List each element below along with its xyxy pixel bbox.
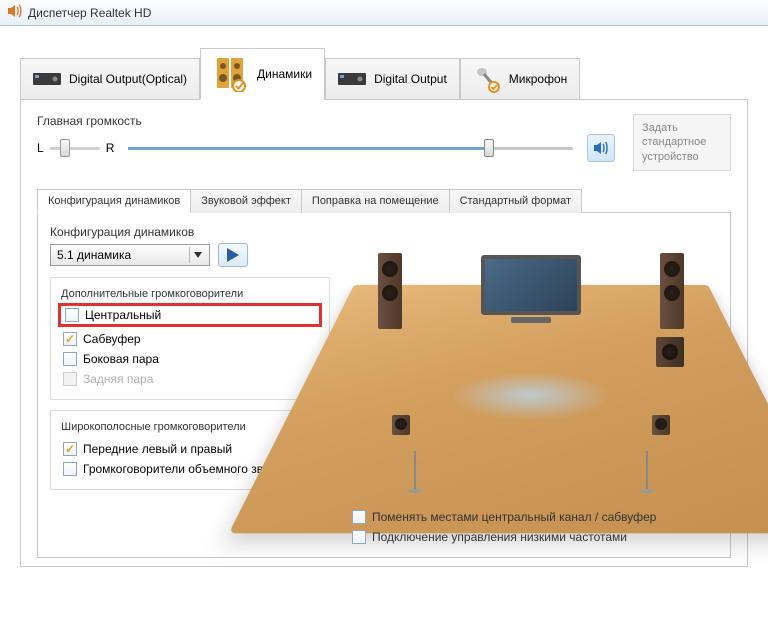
checkbox-icon <box>63 462 77 476</box>
rear-right-stand-icon <box>646 451 648 491</box>
balance-left-label: L <box>37 141 44 155</box>
chevron-down-icon <box>189 247 205 263</box>
tab-label: Digital Output <box>374 72 447 86</box>
speaker-config-value: 5.1 динамика <box>57 248 131 262</box>
checkbox-center[interactable]: Центральный <box>58 303 322 327</box>
fullrange-speakers-title: Широкополосные громкоговорители <box>57 421 250 433</box>
mute-button[interactable] <box>587 134 615 162</box>
checkbox-icon <box>63 332 77 346</box>
checkbox-icon <box>352 510 366 524</box>
side-left-speaker-icon <box>392 415 410 435</box>
subtab-panel-config: Конфигурация динамиков 5.1 динамика Допо… <box>37 213 731 558</box>
checkbox-icon <box>63 352 77 366</box>
checkbox-subwoofer[interactable]: Сабвуфер <box>61 329 319 349</box>
checkbox-label: Поменять местами центральный канал / саб… <box>372 510 656 524</box>
balance-right-label: R <box>106 141 115 155</box>
checkbox-icon <box>63 372 77 386</box>
speaker-config-select[interactable]: 5.1 динамика <box>50 244 210 266</box>
tab-label: Digital Output(Optical) <box>69 72 187 86</box>
speaker-app-icon <box>6 3 22 22</box>
checkbox-rear-pair: Задняя пара <box>61 369 319 389</box>
subtab-sound-effect[interactable]: Звуковой эффект <box>190 189 302 213</box>
master-volume-slider[interactable] <box>128 147 573 150</box>
speaker-config-label: Конфигурация динамиков <box>50 225 330 239</box>
subtab-speaker-config[interactable]: Конфигурация динамиков <box>37 189 191 213</box>
master-volume-title: Главная громкость <box>37 114 615 128</box>
subwoofer-icon <box>656 337 684 367</box>
window-title: Диспетчер Realtek HD <box>28 6 151 20</box>
test-play-button[interactable] <box>218 243 248 267</box>
tab-microphone[interactable]: Микрофон <box>460 58 580 100</box>
front-right-speaker-icon <box>660 253 684 329</box>
checkbox-bass-management[interactable]: Подключение управления низкими частотами <box>350 527 718 547</box>
side-right-speaker-icon <box>652 415 670 435</box>
speakers-icon <box>213 56 249 92</box>
optional-speakers-group: Дополнительные громкоговорители Централь… <box>50 277 330 400</box>
rear-left-stand-icon <box>414 451 416 491</box>
balance-slider[interactable]: L R <box>37 141 114 155</box>
master-volume-section: Главная громкость L R Задать стандартное <box>37 114 731 171</box>
monitor-icon <box>481 255 581 327</box>
checkbox-icon <box>352 530 366 544</box>
optional-speakers-title: Дополнительные громкоговорители <box>57 288 247 300</box>
sub-tabs: Конфигурация динамиков Звуковой эффект П… <box>37 189 731 213</box>
speaker-layout-visual[interactable]: Поменять местами центральный канал / саб… <box>344 225 718 545</box>
checkbox-side-pair[interactable]: Боковая пара <box>61 349 319 369</box>
tab-label: Микрофон <box>509 72 567 86</box>
window-body: Digital Output(Optical) Динамики Digital… <box>0 26 768 577</box>
amplifier-icon <box>338 65 366 93</box>
checkbox-icon <box>65 308 79 322</box>
set-default-device-button[interactable]: Задать стандартное устройство <box>633 114 731 171</box>
checkbox-label: Боковая пара <box>83 352 159 366</box>
tab-digital-output[interactable]: Digital Output <box>325 58 460 100</box>
main-tabs: Digital Output(Optical) Динамики Digital… <box>20 48 748 100</box>
subtab-default-format[interactable]: Стандартный формат <box>449 189 582 213</box>
front-left-speaker-icon <box>378 253 402 329</box>
checkbox-label: Подключение управления низкими частотами <box>372 530 627 544</box>
checkbox-swap-center-sub[interactable]: Поменять местами центральный канал / саб… <box>350 507 718 527</box>
amplifier-icon <box>33 65 61 93</box>
checkbox-label: Задняя пара <box>83 372 153 386</box>
tab-panel-speakers: Главная громкость L R Задать стандартное <box>20 99 748 567</box>
tab-digital-output-optical[interactable]: Digital Output(Optical) <box>20 58 200 100</box>
checkbox-label: Передние левый и правый <box>83 442 232 456</box>
subtab-room-correction[interactable]: Поправка на помещение <box>301 189 450 213</box>
titlebar: Диспетчер Realtek HD <box>0 0 768 26</box>
tab-speakers[interactable]: Динамики <box>200 48 325 100</box>
checkbox-icon <box>63 442 77 456</box>
tab-label: Динамики <box>257 67 312 81</box>
checkbox-label: Громкоговорители объемного звука <box>83 462 281 476</box>
checkbox-label: Сабвуфер <box>83 332 141 346</box>
microphone-icon <box>473 65 501 93</box>
checkbox-label: Центральный <box>85 308 161 322</box>
